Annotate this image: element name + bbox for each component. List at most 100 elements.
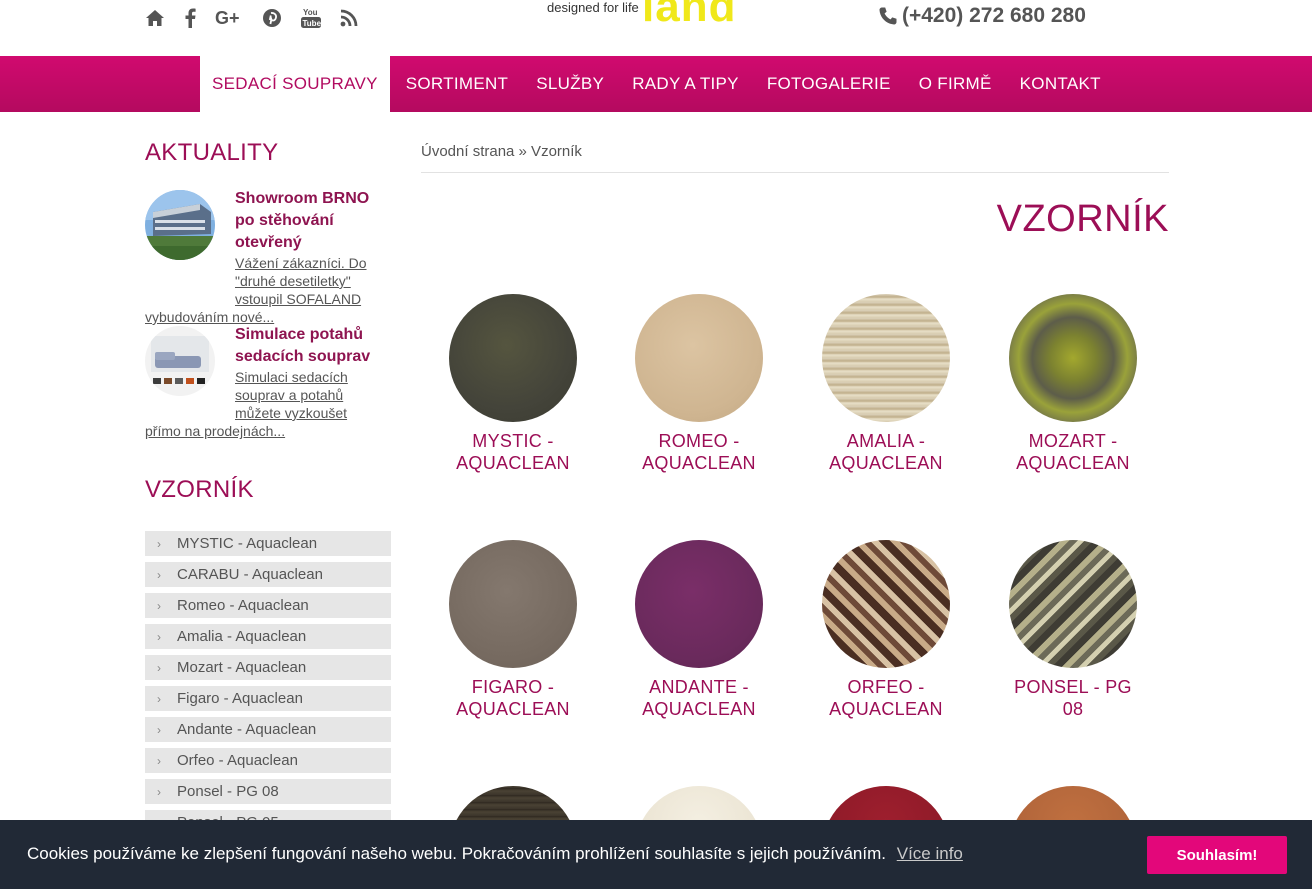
news-excerpt-line[interactable]: Vážení zákazníci. Do	[235, 254, 391, 272]
swatch-name[interactable]: FIGARO - AQUACLEAN	[428, 676, 598, 720]
cookie-message: Cookies používáme ke zlepšení fungování …	[27, 844, 963, 864]
vzornik-list-item[interactable]: › MYSTIC - Aquaclean	[145, 531, 391, 556]
swatch-name-line: AMALIA -	[846, 431, 926, 451]
top-bar: G+ You Tube designed for life land (+420)…	[0, 0, 1312, 56]
nav-item-kontakt[interactable]: KONTAKT	[1006, 56, 1115, 112]
news-item: Simulace potahů sedacích souprav Simulac…	[145, 324, 391, 440]
cookie-more-info-link[interactable]: Více info	[897, 844, 963, 863]
cookie-message-text: Cookies používáme ke zlepšení fungování …	[27, 844, 886, 863]
nav-item-sedaci-soupravy[interactable]: SEDACÍ SOUPRAVY	[200, 56, 390, 112]
chevron-right-icon: ›	[157, 598, 161, 613]
vzornik-list-item[interactable]: › Andante - Aquaclean	[145, 717, 391, 742]
swatch-name[interactable]: PONSEL - PG 08	[988, 676, 1158, 720]
swatch-image[interactable]	[1009, 294, 1137, 422]
home-icon[interactable]	[145, 6, 165, 30]
swatch-name[interactable]: ANDANTE - AQUACLEAN	[614, 676, 784, 720]
page-title: VZORNÍK	[996, 198, 1169, 240]
vzornik-list-item[interactable]: › Orfeo - Aquaclean	[145, 748, 391, 773]
phone-text: (+420) 272 680 280	[902, 4, 1086, 27]
breadcrumb[interactable]: Úvodní strana » Vzorník	[421, 143, 582, 160]
chevron-right-icon: ›	[157, 691, 161, 706]
swatch-card[interactable]: ROMEO - AQUACLEAN	[614, 294, 784, 474]
news-excerpt-line[interactable]: Simulaci sedacích	[235, 368, 391, 386]
vzornik-list-item[interactable]: › Romeo - Aquaclean	[145, 593, 391, 618]
swatch-card[interactable]: AMALIA - AQUACLEAN	[801, 294, 971, 474]
news-heading: AKTUALITY	[145, 139, 279, 166]
news-excerpt-line[interactable]: "druhé desetiletky"	[235, 272, 391, 290]
nav-item-o-firme[interactable]: O FIRMĚ	[905, 56, 1006, 112]
chevron-right-icon: ›	[157, 660, 161, 675]
nav-item-sluzby[interactable]: SLUŽBY	[522, 56, 618, 112]
swatch-name[interactable]: AMALIA - AQUACLEAN	[801, 430, 971, 474]
vzornik-list-item[interactable]: › Amalia - Aquaclean	[145, 624, 391, 649]
facebook-icon[interactable]	[184, 6, 196, 30]
youtube-icon[interactable]: You Tube	[301, 6, 321, 30]
chevron-right-icon: ›	[157, 567, 161, 582]
news-excerpt-line[interactable]: přímo na prodejnách...	[145, 423, 285, 439]
swatch-card[interactable]: MYSTIC - AQUACLEAN	[428, 294, 598, 474]
swatch-card[interactable]: ANDANTE - AQUACLEAN	[614, 540, 784, 720]
chevron-right-icon: ›	[157, 629, 161, 644]
svg-text:Tube: Tube	[303, 19, 322, 28]
swatch-name-line: AQUACLEAN	[456, 699, 570, 719]
vzornik-list-item[interactable]: › CARABU - Aquaclean	[145, 562, 391, 587]
nav-item-rady-a-tipy[interactable]: RADY A TIPY	[618, 56, 753, 112]
swatch-name-line: ROMEO -	[658, 431, 740, 451]
news-excerpt[interactable]: Vážení zákazníci. Do "druhé desetiletky"…	[145, 254, 391, 326]
swatch-image[interactable]	[1009, 540, 1137, 668]
swatch-image[interactable]	[449, 540, 577, 668]
news-excerpt-line[interactable]: vstoupil SOFALAND	[235, 290, 391, 308]
swatch-image[interactable]	[635, 294, 763, 422]
pinterest-icon[interactable]	[262, 6, 282, 30]
site-logo[interactable]: designed for life land	[530, 0, 780, 38]
nav-item-fotogalerie[interactable]: FOTOGALERIE	[753, 56, 905, 112]
swatch-name-line: AQUACLEAN	[1016, 453, 1130, 473]
swatch-name-line: AQUACLEAN	[829, 453, 943, 473]
vzornik-item-label: MYSTIC - Aquaclean	[177, 535, 318, 552]
swatch-name[interactable]: MYSTIC - AQUACLEAN	[428, 430, 598, 474]
swatch-image[interactable]	[822, 294, 950, 422]
swatch-image[interactable]	[635, 540, 763, 668]
social-links: G+ You Tube	[145, 6, 377, 30]
news-excerpt-line[interactable]: můžete vyzkoušet	[235, 404, 391, 422]
news-thumbnail[interactable]	[145, 190, 215, 260]
swatch-name-line: AQUACLEAN	[642, 453, 756, 473]
swatch-name-line: AQUACLEAN	[642, 699, 756, 719]
google-plus-icon[interactable]: G+	[215, 6, 243, 30]
logo-tagline: designed for life	[547, 0, 639, 15]
vzornik-list-item[interactable]: › Figaro - Aquaclean	[145, 686, 391, 711]
swatch-name-line: FIGARO -	[471, 677, 555, 697]
swatch-card[interactable]: MOZART - AQUACLEAN	[988, 294, 1158, 474]
breadcrumb-divider	[421, 172, 1169, 173]
news-title[interactable]: Simulace potahů sedacích souprav	[235, 324, 391, 368]
swatch-name[interactable]: MOZART - AQUACLEAN	[988, 430, 1158, 474]
news-excerpt-line[interactable]: souprav a potahů	[235, 386, 391, 404]
swatch-card[interactable]: ORFEO - AQUACLEAN	[801, 540, 971, 720]
swatch-image[interactable]	[449, 294, 577, 422]
svg-text:G+: G+	[215, 8, 240, 28]
cookie-accept-button[interactable]: Souhlasím!	[1147, 836, 1287, 874]
phone-icon	[878, 6, 898, 26]
swatch-name[interactable]: ORFEO - AQUACLEAN	[801, 676, 971, 720]
rss-icon[interactable]	[340, 6, 358, 30]
news-item: Showroom BRNO po stěhování otevřený Váže…	[145, 188, 391, 326]
svg-text:You: You	[303, 8, 318, 17]
vzornik-list-item[interactable]: › Mozart - Aquaclean	[145, 655, 391, 680]
vzornik-list: › MYSTIC - Aquaclean › CARABU - Aquaclean …	[145, 531, 391, 841]
news-excerpt-line[interactable]: vybudováním nové...	[145, 309, 274, 325]
swatch-image[interactable]	[822, 540, 950, 668]
logo-brand: land	[642, 0, 737, 31]
swatch-card[interactable]: PONSEL - PG 08	[988, 540, 1158, 720]
news-thumbnail[interactable]	[145, 326, 215, 396]
swatch-name-line: 08	[1062, 699, 1084, 719]
swatch-name-line: AQUACLEAN	[829, 699, 943, 719]
news-title[interactable]: Showroom BRNO po stěhování otevřený	[235, 188, 391, 254]
swatch-name-line: AQUACLEAN	[456, 453, 570, 473]
swatch-name[interactable]: ROMEO - AQUACLEAN	[614, 430, 784, 474]
swatch-card[interactable]: FIGARO - AQUACLEAN	[428, 540, 598, 720]
swatch-name-line: ORFEO -	[847, 677, 925, 697]
vzornik-list-item[interactable]: › Ponsel - PG 08	[145, 779, 391, 804]
swatch-name-line: MYSTIC -	[472, 431, 554, 451]
phone-number[interactable]: (+420) 272 680 280	[878, 4, 1086, 28]
nav-item-sortiment[interactable]: SORTIMENT	[392, 56, 523, 112]
